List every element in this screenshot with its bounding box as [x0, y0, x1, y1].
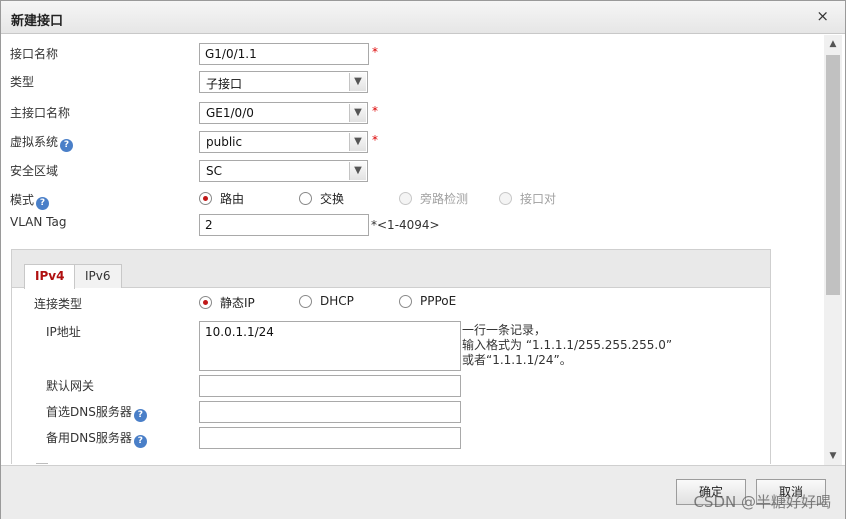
security-zone-label: 安全区域 [10, 164, 59, 178]
close-icon[interactable]: × [816, 8, 829, 24]
vlan-tag-hint: *<1-4094> [371, 218, 440, 232]
secondary-dns-input[interactable] [199, 427, 461, 449]
mode-radio-label: 交换 [320, 192, 345, 206]
help-icon[interactable]: ? [36, 197, 50, 210]
conn-radio-static[interactable]: 静态IP [199, 294, 255, 311]
ip-address-textarea[interactable]: 10.0.1.1/24 [199, 321, 461, 371]
help-icon[interactable]: ? [60, 139, 74, 152]
primary-dns-input[interactable] [199, 401, 461, 423]
conn-radio-pppoe[interactable]: PPPoE [399, 294, 456, 308]
radio-icon [399, 192, 412, 205]
vlan-tag-label: VLAN Tag [10, 215, 67, 229]
watermark: CSDN @半糖好好喝 [693, 493, 831, 511]
chevron-down-icon[interactable]: ▼ [349, 104, 366, 122]
tab-ipv4[interactable]: IPv4 [24, 264, 76, 289]
dialog-title: 新建接口 [11, 14, 64, 29]
tab-strip: IPv4 IPv6 [12, 250, 770, 289]
mode-radio-label: 接口对 [520, 192, 557, 206]
ip-address-hint: 一行一条记录， 输入格式为 “1.1.1.1/255.255.255.0” 或者… [462, 323, 672, 368]
mode-radio-interface-pair: 接口对 [499, 190, 556, 207]
vertical-scrollbar[interactable]: ▲ ▼ [824, 35, 842, 465]
ip-tab-panel: IPv4 IPv6 连接类型 静态IP DHCP PPPoE IP地址 10.0… [11, 249, 771, 464]
virtual-system-select[interactable]: public ▼ [199, 131, 368, 153]
mode-radio-bypass: 旁路检测 [399, 190, 468, 207]
default-gateway-input[interactable] [199, 375, 461, 397]
radio-selected-icon[interactable] [199, 296, 212, 309]
virtual-system-label: 虚拟系统? [10, 133, 74, 152]
mode-radio-switch[interactable]: 交换 [299, 190, 344, 207]
connection-type-label: 连接类型 [34, 297, 83, 311]
radio-selected-icon[interactable] [199, 192, 212, 205]
collapsed-divider [36, 463, 48, 464]
required-mark: * [372, 133, 378, 147]
dialog-content: 接口名称 G1/0/1.1 * 类型 子接口 ▼ 主接口名称 GE1/0/0 ▼… [1, 35, 823, 464]
main-interface-select[interactable]: GE1/0/0 ▼ [199, 102, 368, 124]
security-zone-select[interactable]: SC ▼ [199, 160, 368, 182]
conn-radio-dhcp[interactable]: DHCP [299, 294, 354, 308]
radio-icon[interactable] [299, 294, 312, 308]
required-mark: * [372, 45, 378, 59]
mode-label-text: 模式 [10, 193, 35, 207]
dialog-titlebar: 新建接口 × [1, 1, 845, 34]
radio-icon[interactable] [299, 192, 312, 205]
primary-dns-label-text: 首选DNS服务器 [46, 405, 132, 419]
ip-hint-line: 或者“1.1.1.1/24”。 [462, 353, 572, 367]
main-interface-label: 主接口名称 [10, 106, 71, 120]
radio-icon[interactable] [399, 294, 412, 308]
secondary-dns-label: 备用DNS服务器? [46, 429, 147, 448]
conn-radio-label: 静态IP [220, 296, 255, 310]
chevron-down-icon[interactable]: ▼ [349, 162, 366, 180]
mode-radio-label: 路由 [220, 192, 245, 206]
new-interface-dialog: 新建接口 × 接口名称 G1/0/1.1 * 类型 子接口 ▼ 主接口名称 GE… [0, 0, 846, 519]
mode-radio-route[interactable]: 路由 [199, 190, 244, 207]
conn-radio-label: PPPoE [420, 294, 457, 308]
security-zone-select-value: SC [206, 164, 222, 178]
tab-ipv6[interactable]: IPv6 [74, 264, 122, 288]
mode-label: 模式? [10, 191, 50, 210]
scrollbar-thumb[interactable] [826, 55, 840, 295]
ip-hint-line: 输入格式为 “1.1.1.1/255.255.255.0” [462, 338, 673, 352]
ip-hint-line: 一行一条记录， [462, 323, 547, 337]
type-label: 类型 [10, 75, 35, 89]
vlan-tag-input[interactable]: 2 [199, 214, 369, 236]
interface-name-input[interactable]: G1/0/1.1 [199, 43, 369, 65]
arrow-down-icon[interactable]: ▼ [824, 447, 842, 465]
main-interface-select-value: GE1/0/0 [206, 106, 254, 120]
required-mark: * [372, 104, 378, 118]
help-icon[interactable]: ? [133, 435, 147, 448]
secondary-dns-label-text: 备用DNS服务器 [46, 431, 132, 445]
virtual-system-select-value: public [206, 135, 243, 149]
chevron-down-icon[interactable]: ▼ [349, 73, 366, 91]
default-gateway-label: 默认网关 [46, 379, 95, 393]
help-icon[interactable]: ? [133, 409, 147, 422]
primary-dns-label: 首选DNS服务器? [46, 403, 147, 422]
type-select-value: 子接口 [206, 77, 243, 91]
chevron-down-icon[interactable]: ▼ [349, 133, 366, 151]
virtual-system-label-text: 虚拟系统 [10, 135, 59, 149]
arrow-up-icon[interactable]: ▲ [824, 35, 842, 53]
conn-radio-label: DHCP [320, 294, 354, 308]
ip-address-label: IP地址 [46, 325, 81, 339]
type-select[interactable]: 子接口 ▼ [199, 71, 368, 93]
mode-radio-label: 旁路检测 [420, 192, 469, 206]
radio-icon [499, 192, 512, 205]
interface-name-label: 接口名称 [10, 47, 59, 61]
